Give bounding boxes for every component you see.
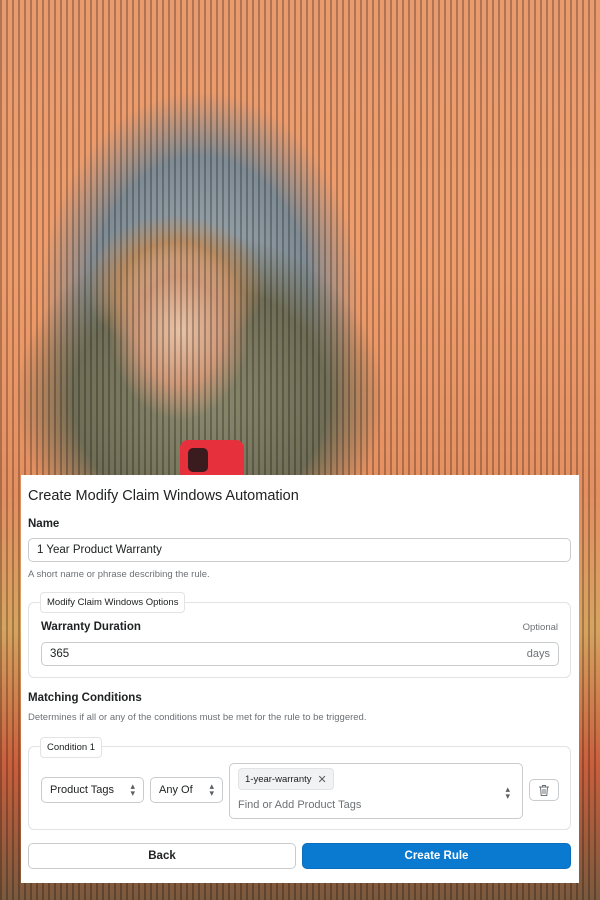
tag-search-placeholder[interactable]: Find or Add Product Tags xyxy=(238,799,361,811)
name-input[interactable]: 1 Year Product Warranty xyxy=(28,538,571,562)
back-button[interactable]: Back xyxy=(28,843,296,869)
condition-field-select[interactable]: Product Tags ▴ ▾ xyxy=(41,777,144,803)
name-label: Name xyxy=(28,518,60,530)
matching-conditions-help: Determines if all or any of the conditio… xyxy=(28,712,367,723)
chevron-up-down-icon: ▴ ▾ xyxy=(130,781,135,798)
automation-dialog: Create Modify Claim Windows Automation N… xyxy=(21,475,579,883)
chevron-up-down-icon: ▴ ▾ xyxy=(505,784,510,801)
optional-label: Optional xyxy=(522,622,558,633)
phone-illustration xyxy=(180,440,244,480)
name-input-value: 1 Year Product Warranty xyxy=(37,544,162,556)
condition-operator-value: Any Of xyxy=(159,784,193,796)
name-help-text: A short name or phrase describing the ru… xyxy=(28,569,210,580)
tag-chip-label: 1-year-warranty xyxy=(245,773,312,785)
trash-icon xyxy=(539,784,549,796)
dialog-title: Create Modify Claim Windows Automation xyxy=(28,488,299,504)
warranty-duration-label: Warranty Duration xyxy=(41,621,141,633)
options-legend: Modify Claim Windows Options xyxy=(40,592,186,613)
claim-window-options-section: Warranty Duration Optional 365 days xyxy=(28,602,571,678)
phone-camera xyxy=(188,448,208,472)
close-icon[interactable]: ✕ xyxy=(318,773,327,786)
matching-conditions-label: Matching Conditions xyxy=(28,692,142,704)
chevron-up-down-icon: ▴ ▾ xyxy=(209,781,214,798)
warranty-duration-value: 365 xyxy=(50,648,70,660)
days-suffix: days xyxy=(526,648,550,660)
create-rule-button[interactable]: Create Rule xyxy=(302,843,571,869)
condition-legend: Condition 1 xyxy=(40,737,103,758)
delete-condition-button[interactable] xyxy=(529,779,559,801)
condition-operator-select[interactable]: Any Of ▴ ▾ xyxy=(150,777,223,803)
product-tags-combobox[interactable]: 1-year-warranty ✕ Find or Add Product Ta… xyxy=(229,763,523,819)
tag-chip: 1-year-warranty ✕ xyxy=(238,768,334,790)
condition-field-value: Product Tags xyxy=(50,784,115,796)
condition-1-section: Product Tags ▴ ▾ Any Of ▴ ▾ 1-year-warrant… xyxy=(28,746,571,830)
warranty-duration-input[interactable]: 365 days xyxy=(41,642,559,666)
